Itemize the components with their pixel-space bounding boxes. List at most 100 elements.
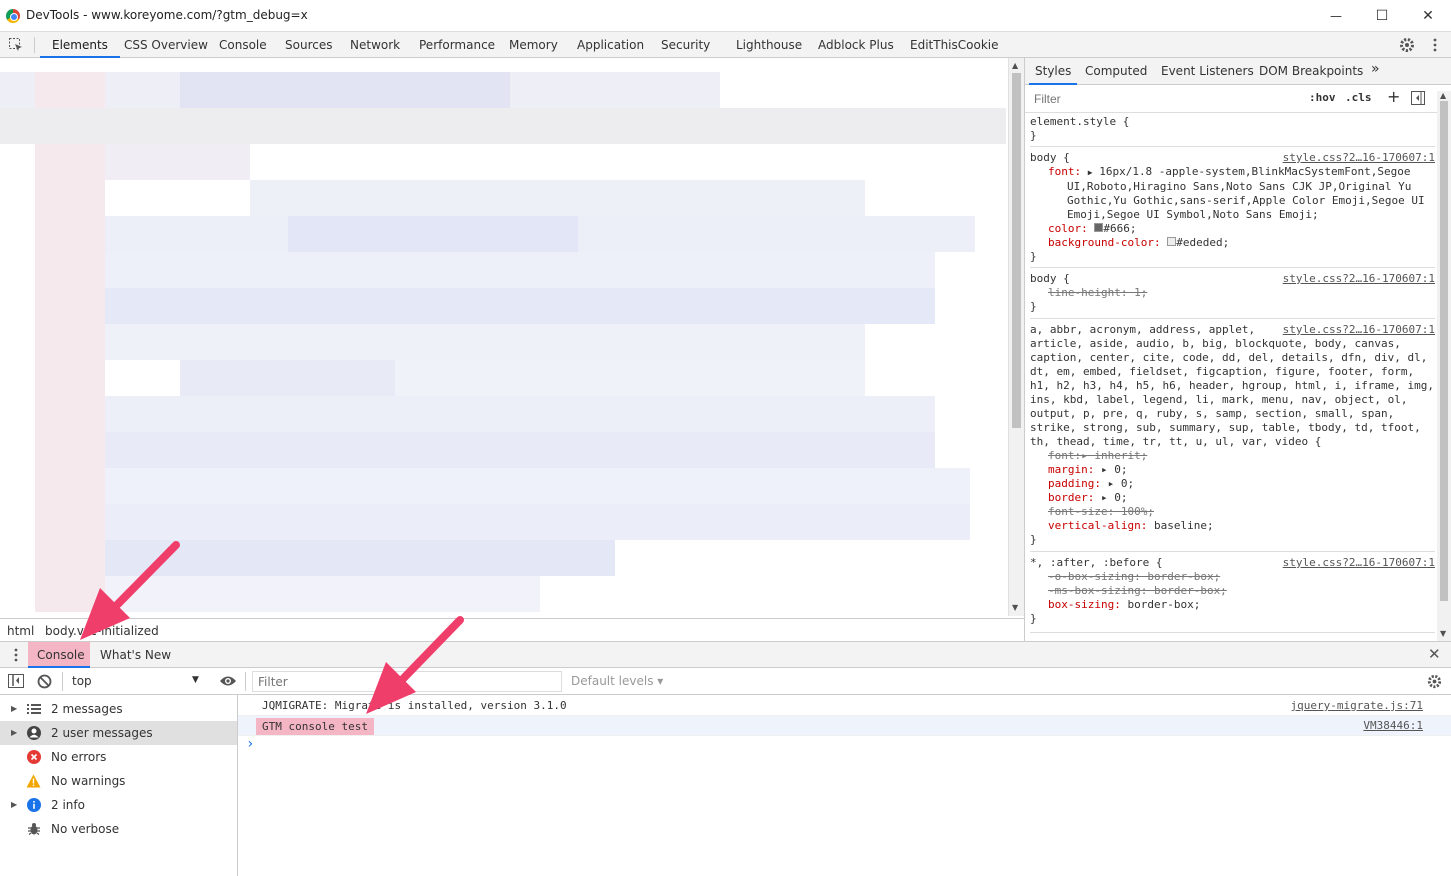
console-filter-input[interactable] (252, 671, 562, 692)
value-box-sizing[interactable]: border-box; (1127, 598, 1200, 611)
scrollbar-thumb[interactable] (1012, 73, 1021, 428)
default-levels-dropdown[interactable]: Default levels ▾ (571, 674, 663, 688)
tab-application[interactable]: Application (577, 32, 644, 58)
sidebar-item-warnings[interactable]: No warnings (0, 769, 237, 793)
sidebar-item-verbose[interactable]: No verbose (0, 817, 237, 841)
console-message-highlighted[interactable]: GTM console test VM38446:1 (238, 716, 1451, 736)
maximize-icon: ☐ (1375, 8, 1389, 24)
live-expression-eye-icon[interactable] (219, 675, 237, 687)
rule-body-2[interactable]: body { style.css?2…16-170607:1 line-heig… (1030, 272, 1435, 319)
drawer-tab-whats-new[interactable]: What's New (100, 648, 171, 662)
more-tabs-icon[interactable]: » (1371, 61, 1380, 77)
show-sidebar-icon[interactable] (8, 674, 24, 688)
source-link[interactable]: style.css?2…16-170607:1 (1283, 556, 1435, 570)
scroll-down-arrow-icon[interactable]: ▼ (1012, 603, 1018, 612)
sidebar-item-messages[interactable]: ▶ 2 messages (0, 697, 237, 721)
tab-lighthouse[interactable]: Lighthouse (736, 32, 802, 58)
inspect-element-icon[interactable] (8, 37, 24, 53)
tab-console[interactable]: Console (219, 32, 267, 58)
tab-network[interactable]: Network (350, 32, 400, 58)
sidebar-item-errors[interactable]: No errors (0, 745, 237, 769)
prop-line-height-overridden[interactable]: line-height: 1; (1030, 286, 1435, 300)
expand-triangle-icon[interactable]: ▶ (11, 800, 17, 809)
prop-margin[interactable]: margin: (1048, 463, 1094, 476)
new-style-rule-icon[interactable]: + (1387, 87, 1400, 106)
value-vertical-align[interactable]: baseline; (1154, 519, 1214, 532)
breadcrumb-html[interactable]: html (7, 624, 34, 638)
scroll-down-arrow-icon[interactable]: ▼ (1440, 629, 1446, 638)
value-font-cont: Gothic,Yu Gothic,sans-serif,Apple Color … (1067, 194, 1425, 207)
breadcrumb-body[interactable]: body.vsc-initialized (45, 624, 159, 638)
tab-sources[interactable]: Sources (285, 32, 332, 58)
prop-background-color[interactable]: background-color: (1048, 236, 1161, 249)
styles-filter-input[interactable] (1031, 90, 1301, 108)
tab-adblock-plus[interactable]: Adblock Plus (818, 32, 894, 58)
console-source-link[interactable]: VM38446:1 (1363, 719, 1423, 733)
close-button[interactable]: ✕ (1405, 0, 1451, 32)
tab-memory[interactable]: Memory (509, 32, 558, 58)
tab-security[interactable]: Security (661, 32, 710, 58)
source-link[interactable]: style.css?2…16-170607:1 (1283, 323, 1435, 337)
minimize-button[interactable]: — (1313, 0, 1359, 32)
clear-console-icon[interactable] (37, 674, 52, 689)
elements-scrollbar[interactable]: ▲ ▼ (1008, 58, 1024, 616)
value-padding[interactable]: ▸ 0; (1108, 477, 1135, 490)
value-border[interactable]: ▸ 0; (1101, 491, 1128, 504)
console-source-link[interactable]: jquery-migrate.js:71 (1291, 699, 1423, 713)
tab-performance[interactable]: Performance (419, 32, 495, 58)
prop-padding[interactable]: padding: (1048, 477, 1101, 490)
tab-styles[interactable]: Styles (1028, 64, 1078, 85)
tab-editthiscookie[interactable]: EditThisCookie (910, 32, 999, 58)
tab-dom-breakpoints[interactable]: DOM Breakpoints (1259, 64, 1363, 78)
rule-body-1[interactable]: body { style.css?2…16-170607:1 font: ▶ 1… (1030, 151, 1435, 268)
settings-gear-icon[interactable] (1398, 36, 1416, 54)
tab-css-overview[interactable]: CSS Overview (124, 32, 208, 58)
source-link[interactable]: style.css?2…16-170607:1 (1283, 151, 1435, 165)
console-settings-gear-icon[interactable] (1426, 673, 1443, 690)
context-selector[interactable]: top ▼ (66, 671, 208, 692)
prop-border[interactable]: border: (1048, 491, 1094, 504)
minimize-icon: — (1330, 9, 1342, 23)
rule-element-style[interactable]: element.style { } (1030, 114, 1435, 147)
rule-reset[interactable]: a, abbr, acronym, address, applet, style… (1030, 323, 1435, 552)
sidebar-item-user-messages[interactable]: ▶ 2 user messages (0, 721, 237, 745)
value-margin[interactable]: ▸ 0; (1101, 463, 1128, 476)
close-drawer-icon[interactable]: ✕ (1428, 645, 1441, 663)
prop-box-sizing[interactable]: box-sizing: (1048, 598, 1121, 611)
tab-computed[interactable]: Computed (1085, 64, 1147, 78)
prop-font-overridden[interactable]: font:▸ inherit; (1030, 449, 1435, 463)
scrollbar-thumb[interactable] (1440, 101, 1448, 601)
expand-arrow-icon[interactable]: ▶ (1088, 168, 1093, 177)
prop-color[interactable]: color: (1048, 222, 1088, 235)
value-font[interactable]: 16px/1.8 -apple-system,BlinkMacSystemFon… (1099, 165, 1410, 178)
tab-elements[interactable]: Elements (40, 32, 120, 58)
source-link[interactable]: style.css?2…16-170607:1 (1283, 272, 1435, 286)
value-color[interactable]: #666; (1103, 222, 1136, 235)
drawer-tab-console[interactable]: Console (28, 642, 90, 668)
tab-event-listeners[interactable]: Event Listeners (1161, 64, 1254, 78)
prop-ms-box-sizing-overridden[interactable]: -ms-box-sizing: border-box; (1030, 584, 1435, 598)
expand-triangle-icon[interactable]: ▶ (11, 704, 17, 713)
styles-scrollbar[interactable]: ▲ ▼ (1437, 91, 1451, 641)
rule-universal[interactable]: *, :after, :before { style.css?2…16-1706… (1030, 556, 1435, 633)
sidebar-item-info[interactable]: ▶ 2 info (0, 793, 237, 817)
prop-vertical-align[interactable]: vertical-align: (1048, 519, 1147, 532)
expand-triangle-icon[interactable]: ▶ (11, 728, 17, 737)
cls-toggle[interactable]: .cls (1345, 91, 1372, 105)
value-background-color[interactable]: #ededed; (1176, 236, 1229, 249)
scroll-up-arrow-icon[interactable]: ▲ (1012, 61, 1018, 70)
prop-font[interactable]: font: (1048, 165, 1081, 178)
color-swatch[interactable] (1167, 237, 1177, 246)
elements-tree-blurred[interactable] (0, 58, 1008, 616)
console-message[interactable]: JQMIGRATE: Migrate is installed, version… (238, 696, 1451, 716)
prop-o-box-sizing-overridden[interactable]: -o-box-sizing: border-box; (1030, 570, 1435, 584)
console-toolbar: top ▼ Default levels ▾ (0, 668, 1451, 695)
toggle-sidebar-icon[interactable] (1411, 91, 1425, 105)
maximize-button[interactable]: ☐ (1359, 0, 1405, 32)
hov-toggle[interactable]: :hov (1309, 91, 1336, 105)
drawer-menu-icon[interactable] (14, 648, 18, 662)
console-prompt-icon[interactable]: › (246, 737, 254, 751)
more-options-icon[interactable] (1432, 38, 1438, 52)
prop-font-size-overridden[interactable]: font-size: 100%; (1030, 505, 1435, 519)
scroll-up-arrow-icon[interactable]: ▲ (1440, 91, 1446, 100)
